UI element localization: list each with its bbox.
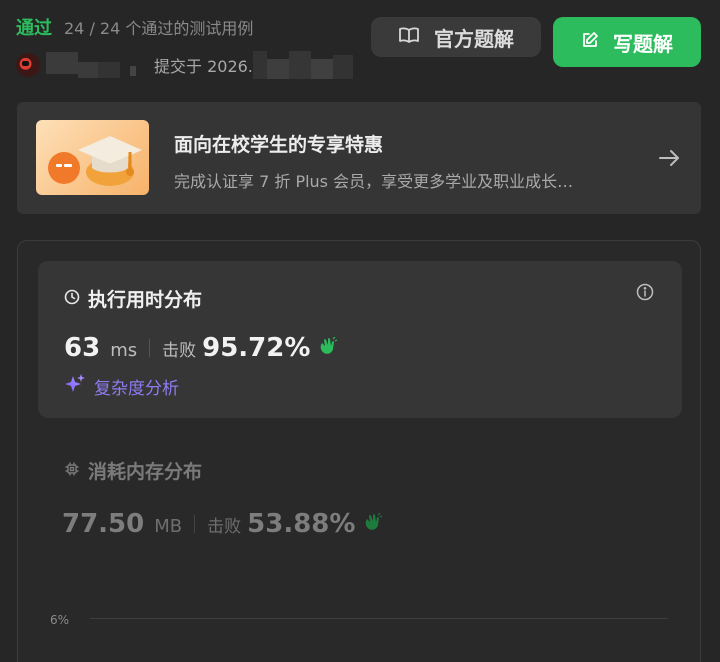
- complexity-label: 复杂度分析: [94, 379, 179, 399]
- divider: [194, 515, 196, 533]
- runtime-title-label: 执行用时分布: [88, 289, 203, 311]
- testcase-summary: 24 / 24 个通过的测试用例: [64, 19, 254, 38]
- divider: [149, 339, 151, 357]
- memory-metric: 77.50 MB 击败 53.88%: [62, 509, 383, 539]
- avatar[interactable]: [16, 53, 40, 77]
- arrow-right-icon[interactable]: [657, 146, 681, 174]
- submission-result-page: 通过 24 / 24 个通过的测试用例 提交于 2026. 官方题解 写题解 面…: [0, 0, 720, 662]
- runtime-beats-label: 击败: [162, 341, 197, 361]
- status-accepted: 通过: [16, 18, 52, 39]
- memory-unit: MB: [154, 516, 183, 537]
- performance-stats-panel: 执行用时分布 63 ms 击败 95.72% 复杂度分析 消耗内存分布 77.5…: [17, 240, 701, 662]
- runtime-title: 执行用时分布: [64, 285, 202, 312]
- submitted-at-label: 提交于 2026.: [154, 57, 253, 76]
- redacted-username: [46, 52, 136, 78]
- submitter-row: 提交于 2026.: [16, 51, 353, 79]
- runtime-unit: ms: [110, 340, 138, 361]
- chip-icon: [64, 460, 80, 482]
- promo-title: 面向在校学生的专享特惠: [174, 134, 384, 156]
- editorial-button-label: 官方题解: [434, 26, 514, 51]
- editorial-button[interactable]: 官方题解: [371, 17, 541, 57]
- write-solution-button[interactable]: 写题解: [553, 17, 701, 67]
- edit-icon: [581, 30, 599, 54]
- info-icon[interactable]: [636, 283, 654, 305]
- submission-status-row: 通过 24 / 24 个通过的测试用例: [16, 14, 253, 40]
- graduation-cap-illustration: [36, 120, 149, 195]
- sparkle-icon: [64, 373, 86, 400]
- memory-value: 77.50: [62, 509, 145, 539]
- runtime-value: 63: [64, 333, 101, 363]
- runtime-metric: 63 ms 击败 95.72%: [64, 333, 338, 363]
- redacted-date: [252, 51, 353, 79]
- runtime-card[interactable]: 执行用时分布 63 ms 击败 95.72% 复杂度分析: [38, 261, 682, 418]
- clap-icon: [318, 336, 338, 359]
- clap-icon: [363, 512, 383, 535]
- book-open-icon: [398, 25, 420, 49]
- write-solution-label: 写题解: [613, 31, 673, 56]
- memory-title[interactable]: 消耗内存分布: [64, 457, 202, 484]
- student-promo-banner[interactable]: 面向在校学生的专享特惠 完成认证享 7 折 Plus 会员，享受更多学业及职业成…: [17, 102, 701, 214]
- runtime-beats-percent: 95.72%: [202, 333, 311, 363]
- promo-description: 完成认证享 7 折 Plus 会员，享受更多学业及职业成长…: [174, 172, 574, 191]
- memory-beats-percent: 53.88%: [247, 509, 356, 539]
- clock-icon: [64, 288, 80, 310]
- chart-y-tick: 6%: [50, 613, 70, 627]
- memory-beats-label: 击败: [207, 517, 242, 537]
- memory-title-label: 消耗内存分布: [88, 461, 203, 483]
- chart-gridline: [90, 618, 668, 619]
- complexity-analysis-link[interactable]: 复杂度分析: [64, 373, 179, 400]
